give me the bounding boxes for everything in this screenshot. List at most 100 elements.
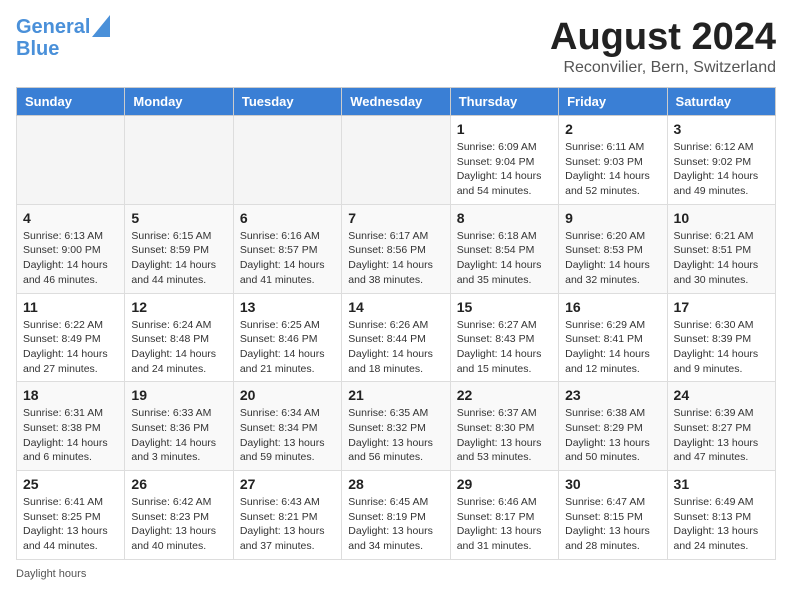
- day-info: Sunrise: 6:43 AMSunset: 8:21 PMDaylight:…: [240, 495, 335, 554]
- day-number: 25: [23, 476, 118, 492]
- day-number: 2: [565, 121, 660, 137]
- calendar-day-cell: 12Sunrise: 6:24 AMSunset: 8:48 PMDayligh…: [125, 293, 233, 382]
- day-number: 6: [240, 210, 335, 226]
- calendar-day-cell: 5 Sunrise: 6:15 AMSunset: 8:59 PMDaylight…: [125, 204, 233, 293]
- calendar-day-cell: 20 Sunrise: 6:34 AMSunset: 8:34 PMDayligh…: [233, 382, 341, 471]
- footer-label: Daylight hours: [16, 568, 86, 580]
- day-number: 29: [457, 476, 552, 492]
- calendar-header-row: Sunday Monday Tuesday Wednesday Thursday…: [17, 88, 776, 116]
- day-info: Sunrise: 6:46 AMSunset: 8:17 PMDaylight:…: [457, 495, 552, 554]
- day-number: 4: [23, 210, 118, 226]
- day-number: 18: [23, 387, 118, 403]
- day-number: 23: [565, 387, 660, 403]
- calendar-table: Sunday Monday Tuesday Wednesday Thursday…: [16, 87, 776, 560]
- day-info: Sunrise: 6:11 AMSunset: 9:03 PMDaylight:…: [565, 140, 660, 199]
- calendar-day-cell: 25 Sunrise: 6:41 AMSunset: 8:25 PMDayligh…: [17, 471, 125, 560]
- calendar-day-cell: 2 Sunrise: 6:11 AMSunset: 9:03 PMDaylight…: [559, 116, 667, 205]
- day-number: 3: [674, 121, 769, 137]
- calendar-day-cell: 4Sunrise: 6:13 AMSunset: 9:00 PMDaylight…: [17, 204, 125, 293]
- calendar-day-cell: 30 Sunrise: 6:47 AMSunset: 8:15 PMDayligh…: [559, 471, 667, 560]
- day-info: Sunrise: 6:34 AMSunset: 8:34 PMDaylight:…: [240, 406, 335, 465]
- calendar-day-cell: 15Sunrise: 6:27 AMSunset: 8:43 PMDayligh…: [450, 293, 558, 382]
- header-monday: Monday: [125, 88, 233, 116]
- calendar-week-row: 25 Sunrise: 6:41 AMSunset: 8:25 PMDayligh…: [17, 471, 776, 560]
- logo-text-line1: General: [16, 16, 90, 38]
- day-number: 9: [565, 210, 660, 226]
- logo-arrow-icon: [92, 15, 110, 37]
- calendar-week-row: 11 Sunrise: 6:22 AMSunset: 8:49 PMDayligh…: [17, 293, 776, 382]
- day-number: 16: [565, 299, 660, 315]
- header-sunday: Sunday: [17, 88, 125, 116]
- header-tuesday: Tuesday: [233, 88, 341, 116]
- day-number: 8: [457, 210, 552, 226]
- day-info: Sunrise: 6:45 AMSunset: 8:19 PMDaylight:…: [348, 495, 443, 554]
- calendar-day-cell: 6 Sunrise: 6:16 AMSunset: 8:57 PMDaylight…: [233, 204, 341, 293]
- page-title: August 2024: [550, 16, 776, 59]
- day-info: Sunrise: 6:16 AMSunset: 8:57 PMDaylight:…: [240, 229, 335, 288]
- day-number: 5: [131, 210, 226, 226]
- day-info: Sunrise: 6:24 AMSunset: 8:48 PMDaylight:…: [131, 318, 226, 377]
- calendar-day-cell: 22Sunrise: 6:37 AMSunset: 8:30 PMDayligh…: [450, 382, 558, 471]
- calendar-day-cell: 1 Sunrise: 6:09 AMSunset: 9:04 PMDaylight…: [450, 116, 558, 205]
- calendar-day-cell: 27 Sunrise: 6:43 AMSunset: 8:21 PMDayligh…: [233, 471, 341, 560]
- calendar-day-cell: [17, 116, 125, 205]
- day-info: Sunrise: 6:49 AMSunset: 8:13 PMDaylight:…: [674, 495, 769, 554]
- calendar-day-cell: 7 Sunrise: 6:17 AMSunset: 8:56 PMDaylight…: [342, 204, 450, 293]
- day-number: 20: [240, 387, 335, 403]
- day-number: 17: [674, 299, 769, 315]
- day-number: 31: [674, 476, 769, 492]
- day-info: Sunrise: 6:20 AMSunset: 8:53 PMDaylight:…: [565, 229, 660, 288]
- calendar-day-cell: 3Sunrise: 6:12 AMSunset: 9:02 PMDaylight…: [667, 116, 775, 205]
- day-number: 22: [457, 387, 552, 403]
- day-number: 7: [348, 210, 443, 226]
- day-info: Sunrise: 6:09 AMSunset: 9:04 PMDaylight:…: [457, 140, 552, 199]
- calendar-day-cell: 24 Sunrise: 6:39 AMSunset: 8:27 PMDayligh…: [667, 382, 775, 471]
- day-info: Sunrise: 6:21 AMSunset: 8:51 PMDaylight:…: [674, 229, 769, 288]
- calendar-day-cell: 29 Sunrise: 6:46 AMSunset: 8:17 PMDayligh…: [450, 471, 558, 560]
- footer: Daylight hours: [16, 568, 776, 580]
- day-info: Sunrise: 6:15 AMSunset: 8:59 PMDaylight:…: [131, 229, 226, 288]
- day-number: 21: [348, 387, 443, 403]
- calendar-day-cell: 28 Sunrise: 6:45 AMSunset: 8:19 PMDayligh…: [342, 471, 450, 560]
- day-number: 14: [348, 299, 443, 315]
- day-info: Sunrise: 6:17 AMSunset: 8:56 PMDaylight:…: [348, 229, 443, 288]
- day-number: 27: [240, 476, 335, 492]
- day-info: Sunrise: 6:41 AMSunset: 8:25 PMDaylight:…: [23, 495, 118, 554]
- day-info: Sunrise: 6:29 AMSunset: 8:41 PMDaylight:…: [565, 318, 660, 377]
- day-info: Sunrise: 6:47 AMSunset: 8:15 PMDaylight:…: [565, 495, 660, 554]
- day-info: Sunrise: 6:35 AMSunset: 8:32 PMDaylight:…: [348, 406, 443, 465]
- calendar-day-cell: 9 Sunrise: 6:20 AMSunset: 8:53 PMDaylight…: [559, 204, 667, 293]
- day-number: 1: [457, 121, 552, 137]
- calendar-day-cell: 14 Sunrise: 6:26 AMSunset: 8:44 PMDayligh…: [342, 293, 450, 382]
- calendar-week-row: 4Sunrise: 6:13 AMSunset: 9:00 PMDaylight…: [17, 204, 776, 293]
- calendar-day-cell: 16 Sunrise: 6:29 AMSunset: 8:41 PMDayligh…: [559, 293, 667, 382]
- header-saturday: Saturday: [667, 88, 775, 116]
- day-info: Sunrise: 6:22 AMSunset: 8:49 PMDaylight:…: [23, 318, 118, 377]
- header-wednesday: Wednesday: [342, 88, 450, 116]
- day-info: Sunrise: 6:39 AMSunset: 8:27 PMDaylight:…: [674, 406, 769, 465]
- page-header: General Blue August 2024 Reconvilier, Be…: [16, 16, 776, 77]
- day-info: Sunrise: 6:25 AMSunset: 8:46 PMDaylight:…: [240, 318, 335, 377]
- calendar-day-cell: 18 Sunrise: 6:31 AMSunset: 8:38 PMDayligh…: [17, 382, 125, 471]
- day-number: 30: [565, 476, 660, 492]
- calendar-day-cell: [233, 116, 341, 205]
- day-number: 11: [23, 299, 118, 315]
- day-info: Sunrise: 6:38 AMSunset: 8:29 PMDaylight:…: [565, 406, 660, 465]
- day-number: 10: [674, 210, 769, 226]
- calendar-day-cell: [342, 116, 450, 205]
- calendar-day-cell: 13Sunrise: 6:25 AMSunset: 8:46 PMDayligh…: [233, 293, 341, 382]
- calendar-day-cell: 31 Sunrise: 6:49 AMSunset: 8:13 PMDayligh…: [667, 471, 775, 560]
- calendar-day-cell: 10 Sunrise: 6:21 AMSunset: 8:51 PMDayligh…: [667, 204, 775, 293]
- day-info: Sunrise: 6:18 AMSunset: 8:54 PMDaylight:…: [457, 229, 552, 288]
- day-number: 24: [674, 387, 769, 403]
- day-info: Sunrise: 6:27 AMSunset: 8:43 PMDaylight:…: [457, 318, 552, 377]
- day-info: Sunrise: 6:33 AMSunset: 8:36 PMDaylight:…: [131, 406, 226, 465]
- day-info: Sunrise: 6:31 AMSunset: 8:38 PMDaylight:…: [23, 406, 118, 465]
- day-number: 19: [131, 387, 226, 403]
- header-thursday: Thursday: [450, 88, 558, 116]
- page-subtitle: Reconvilier, Bern, Switzerland: [550, 59, 776, 77]
- logo-text-line2: Blue: [16, 38, 59, 60]
- day-number: 28: [348, 476, 443, 492]
- calendar-week-row: 18 Sunrise: 6:31 AMSunset: 8:38 PMDayligh…: [17, 382, 776, 471]
- day-info: Sunrise: 6:26 AMSunset: 8:44 PMDaylight:…: [348, 318, 443, 377]
